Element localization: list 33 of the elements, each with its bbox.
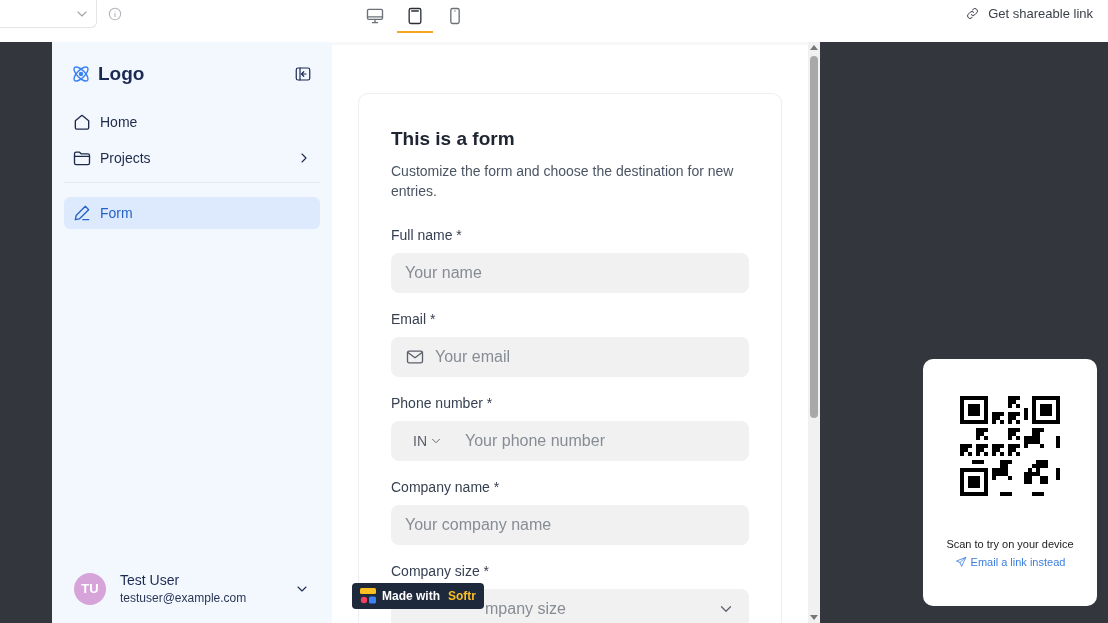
home-icon — [72, 112, 92, 132]
info-icon — [107, 6, 123, 22]
made-with-toast[interactable]: Made with Softr — [352, 583, 484, 609]
field-label: Full name * — [391, 226, 463, 245]
nav-item[interactable]: Form — [64, 197, 320, 229]
qr-caption: Scan to try on your device — [946, 538, 1074, 550]
share-link[interactable]: Get shareable link — [988, 6, 1093, 21]
email-field[interactable]: Your email — [391, 337, 749, 377]
country-code-select[interactable]: IN — [405, 433, 455, 449]
field-label: Company size * — [391, 562, 491, 581]
field-label: Email * — [391, 310, 437, 329]
collapse-sidebar-icon — [294, 65, 312, 83]
scrollbar[interactable] — [808, 42, 820, 623]
form-title: This is a form — [391, 127, 516, 151]
user-avatar: TU — [74, 572, 106, 605]
field-label: Phone number * — [391, 394, 494, 413]
field-label: Company name * — [391, 478, 501, 497]
atom-logo-icon — [70, 63, 92, 85]
link-icon — [965, 6, 981, 21]
send-icon — [954, 556, 967, 568]
input-field[interactable]: Your company name — [391, 505, 749, 545]
nav-item[interactable]: Home — [64, 106, 320, 138]
input-field[interactable]: Your name — [391, 253, 749, 293]
dropdown-field[interactable] — [0, 0, 97, 28]
user-name: Test User — [120, 572, 181, 588]
logo-text: Logo — [98, 63, 145, 85]
phone-field[interactable]: IN Your phone number — [391, 421, 749, 461]
softr-logo-icon — [360, 588, 376, 604]
nav-item[interactable]: Projects — [64, 142, 320, 174]
pen-icon — [72, 203, 92, 223]
form-description: Customize the form and choose the destination for new entries. — [391, 162, 735, 201]
user-email: testuser@example.com — [120, 591, 247, 605]
email-link[interactable]: Email a link instead — [954, 556, 1066, 568]
